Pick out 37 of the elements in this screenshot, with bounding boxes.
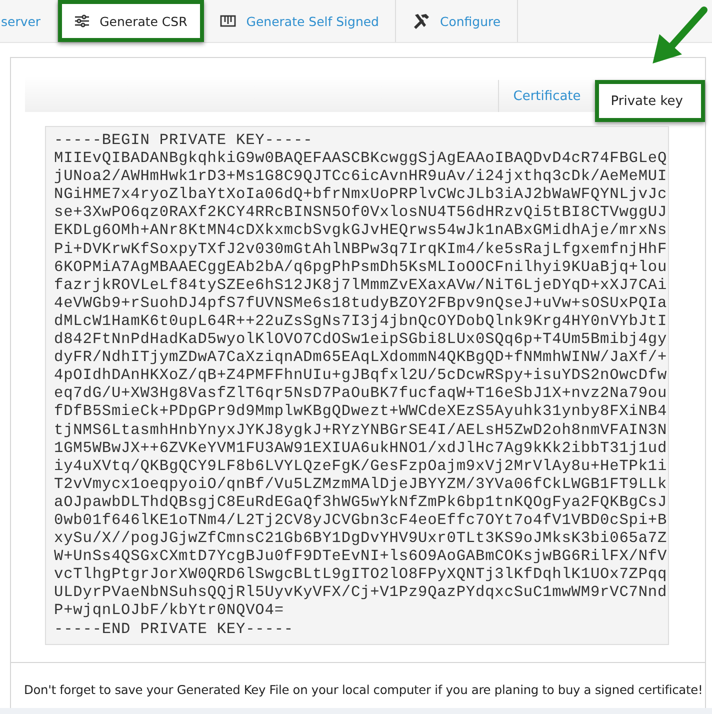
key-line: -----BEGIN PRIVATE KEY----- (54, 131, 314, 150)
key-line: P+wjqnLOJbF/kbYtr0NQVO4= (54, 601, 285, 620)
key-line: NGiHME7x4ryoZlbaYtXoIa06dQ+bfrNmxUoPRPlvCWcJLb3iAJ2bWaWFQYNLjvJc (54, 185, 668, 204)
tab[interactable]: Private key (594, 80, 705, 122)
key-line: dyFR/NdhITjymZDwA7CaXziqnADm65EAqLXdommN4QKBgQD+fNMmhWINW/JaXf/+ (54, 348, 668, 366)
tab[interactable]: Generate CSR (58, 0, 204, 42)
key-line: Pi+DVKrwKfSoxpyTXfJ2v030mGtAhlNBPw3q7IrqKIm4/ke5sRajLfgxemfnjHhF (54, 240, 668, 258)
key-line: fazrjkROVLeLf84tySZEe6hS12JK8j7lMmmZvEXaxAVw/NiT6LjeDYqD+xXJ7CAi (54, 276, 668, 294)
key-line: 0wb01f646lKE1oTNm4/L2Tj2CV8yJCVGbn3cF4eoEffc7OYt7o4fV1VBD0cSpi+B (54, 510, 668, 530)
key-line: tjNMS6LtasmhHnbYnyxJYKJ8ygkJ+RYzYNBGrSE4I/AELsH5ZwD2oh8nmVFAIN3N (54, 420, 668, 439)
key-line: se+3XwPO6qz0RAXf2KCY4RRcBINSN5Of0VxlosNU4T56dHRzvQi5tBI8CTVwggUJ (54, 203, 668, 222)
key-line: dMLcW1HamK6t0upL64R++22uZsSgNs7I3j4jbnQcOYDobQlnk9Krg4HY0nVYbJtI (54, 312, 668, 330)
key-line: 4pOIdhDAnHKXoZ/qB+Z4PMFFhnUIu+gJBqfxl2U/5cDcwRSpy+isuYDS2nOwcDfw (54, 366, 668, 384)
key-line: W+UnSs4QSGxCXmtD7YcgBJu0fF9DTeEvNI+ls6O9AoGABmCOKsjwBG6RilFX/NfV (54, 547, 668, 566)
key-line: vcTlhgPtgrJorXW0QRD6lSwgcBLtL9gITO2lO8FPyXQNTj3lKfDqhlK1UOx7ZPqq (54, 565, 668, 584)
key-line: d842FtNnPdHadKaD5wyolKlOVO7CdOSw1eipSGbi8LUx0SQq6p+T4Um5Bmibj4gy (54, 330, 668, 348)
key-line: jUNoa2/AWHmHwk1rD3+Ms1G8C9QJTCc6icAvnHR9uAv/i24jxthq3cDk/AeMeMUI (54, 167, 668, 186)
ruler-icon (220, 14, 236, 28)
sliders-icon (74, 14, 90, 28)
key-line: 4eVWGb9+rSuohDJ4pfS7fUVNSMe6s18tudyBZOY2FBpv9nQseJ+uVw+sOSUxPQIa (54, 294, 668, 312)
key-line: EKDLg6OMh+ANr8KtMN4cDXkxmcbSvgkGJvHEQrws54wJk1nABxGMidhAje/mrxNs (54, 221, 668, 240)
tab[interactable]: Configure (396, 0, 518, 42)
tab[interactable]: Certificate (499, 80, 595, 112)
key-line: 6KOPMiA7AgMBAAECggEAb2bA/q6pgPhPsmDh5KsMLIoOOCFnilhyi9KUaBjq+lou (54, 258, 668, 276)
footer-note: Don't forget to save your Generated Key File on your local computer if you are planing to buy a signed certificate! (24, 683, 703, 697)
tools-icon (412, 13, 430, 29)
key-line: ULDyrPVaeNbNSuhsQQjRl5UyvKyVFX/Cj+V1Pz9QazPYdqxcSuC1mwWM9rVC7Nnd (54, 583, 668, 602)
tab[interactable]: Generate Self Signed (204, 0, 396, 42)
key-line: iy4uXVtq/QKBgQCY9LF8b6LVYLQzeFgK/GesFzpOajm9xVj2MrVlAy8u+HeTPk1i (54, 456, 668, 475)
key-line: 1GM5WBwJX++6ZVKeYVM1FU3AW91EXIUA6ukHNO1/xdJlHc7Ag9kKk2ibbT31j1ud (54, 438, 668, 457)
key-line: xySu/X//pogJGjwZfCmnsC21Gb6BY1DgDvYHV9Uxr0TLt3KS9oJMksK3bi065a7Z (54, 529, 668, 548)
key-line: T2vVmycx1oeqpyoiO/qnBf/Vu5LZMzmMAlDjeJBYYZM/3YVa06fCkLWGB1FT9LLk (54, 474, 668, 493)
key-line: -----END PRIVATE KEY----- (54, 620, 294, 638)
key-line: eq7dG/U+XW3Hg8VasfZlT6qr5NsD7PaOuBK7fucfaqW+T16eSbJ1X+nvz2Na79ou (54, 384, 668, 402)
key-line: MIIEvQIBADANBgkqhkiG9w0BAQEFAASCBKcwggSjAgEAAoIBAQDvD4cR74FBGLeQ (54, 149, 668, 168)
key-line: aOJpawbDLThdQBsgjC8EuRdEGaQf3hWG5wYkNfZmPk6bp1tnKQOgFya2FQKBgCsJ (54, 492, 668, 511)
key-line: fDfB5SmieCk+PDpGPr9d9MmplwKBgQDwezt+WWCdeXEzS5Ayuhk31ynby8FXiNB4 (54, 402, 668, 420)
